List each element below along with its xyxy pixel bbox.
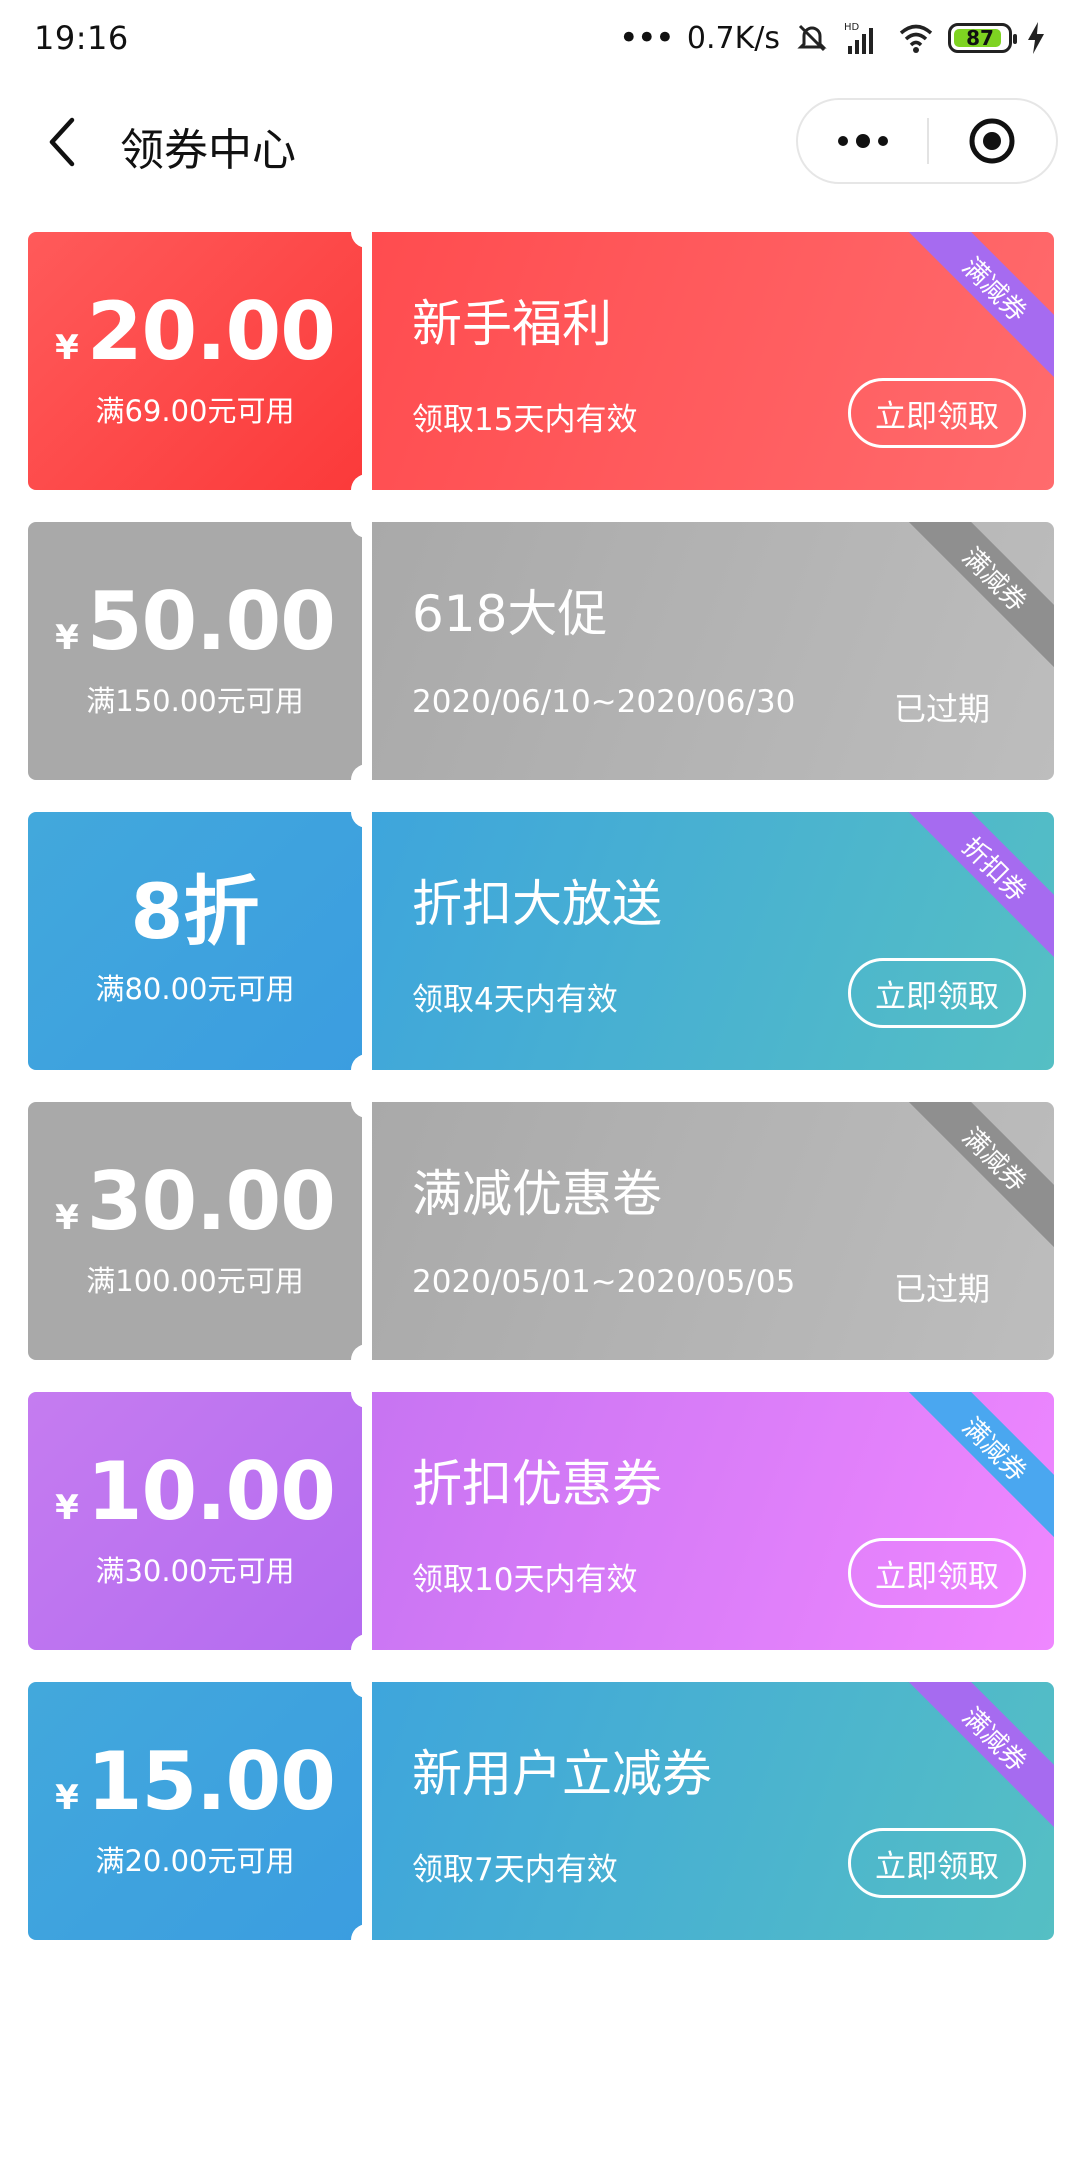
expired-status: 已过期 — [893, 690, 990, 728]
coupon-info-panel: 满减优惠卷 2020/05/01~2020/05/05 已过期 满减券 — [372, 1102, 1054, 1360]
battery-level: 87 — [966, 26, 994, 50]
back-button[interactable] — [32, 112, 92, 172]
currency-symbol: ¥ — [55, 328, 79, 368]
coupon-info-panel: 新手福利 领取15天内有效 立即领取 满减券 — [372, 232, 1054, 490]
coupon-type-tag: 折扣券 — [895, 812, 1054, 969]
coupon-amount-value: 30.00 — [86, 1155, 336, 1248]
coupon-validity: 2020/06/10~2020/06/30 — [412, 684, 796, 720]
currency-symbol: ¥ — [55, 1198, 79, 1238]
close-button[interactable] — [929, 100, 1056, 182]
coupon-amount: ¥ 30.00 — [55, 1155, 336, 1248]
coupon-info-panel: 折扣大放送 领取4天内有效 立即领取 折扣券 — [372, 812, 1054, 1070]
coupon-amount: ¥ 10.00 — [55, 1445, 336, 1538]
coupon-amount-value: 10.00 — [86, 1445, 336, 1538]
coupon-amount: ¥ 15.00 — [55, 1735, 336, 1828]
coupon-type-tag: 满减券 — [895, 1392, 1054, 1549]
mute-bell-icon — [797, 24, 827, 52]
coupon-info-panel: 折扣优惠券 领取10天内有效 立即领取 满减券 — [372, 1392, 1054, 1650]
status-bar: 19:16 ••• 0.7K/s HD 87 — [0, 0, 1080, 76]
charging-icon — [1028, 22, 1044, 54]
coupon-validity: 领取15天内有效 — [412, 402, 638, 438]
more-dots-icon — [837, 134, 888, 148]
coupon-condition: 满20.00元可用 — [95, 1844, 295, 1878]
page-title: 领券中心 — [120, 125, 296, 176]
more-button[interactable] — [798, 100, 927, 182]
coupon-card: ¥ 15.00 满20.00元可用 新用户立减券 领取7天内有效 立即领取 满减… — [28, 1682, 1054, 1940]
coupon-value-panel: ¥ 50.00 满150.00元可用 — [28, 522, 362, 780]
coupon-type-tag: 满减券 — [895, 522, 1054, 679]
claim-button[interactable]: 立即领取 — [848, 378, 1026, 448]
currency-symbol: ¥ — [55, 1488, 79, 1528]
target-close-icon — [969, 118, 1015, 164]
coupon-type-tag: 满减券 — [895, 1102, 1054, 1259]
coupon-condition: 满80.00元可用 — [95, 972, 295, 1006]
currency-symbol: ¥ — [55, 1778, 79, 1818]
expired-status: 已过期 — [893, 1270, 990, 1308]
coupon-title: 折扣大放送 — [412, 875, 662, 933]
coupon-amount: ¥ 50.00 — [55, 575, 336, 668]
coupon-value-panel: 8折 满80.00元可用 — [28, 812, 362, 1070]
coupon-validity: 领取4天内有效 — [412, 982, 618, 1018]
mini-program-capsule — [796, 98, 1058, 184]
hd-signal-icon: HD — [844, 22, 873, 54]
coupon-title: 新用户立减券 — [412, 1745, 712, 1803]
battery-icon: 87 — [948, 23, 1017, 53]
coupon-amount-value: 50.00 — [86, 575, 336, 668]
coupon-title: 618大促 — [412, 585, 608, 643]
status-icons: ••• 0.7K/s HD 87 — [619, 18, 1046, 58]
nav-bar: 领券中心 — [0, 92, 1080, 192]
coupon-condition: 满69.00元可用 — [95, 394, 295, 428]
coupon-type-tag: 满减券 — [895, 1682, 1054, 1839]
currency-symbol: ¥ — [55, 618, 79, 658]
coupon-list: ¥ 20.00 满69.00元可用 新手福利 领取15天内有效 立即领取 满减券… — [28, 232, 1054, 1972]
coupon-title: 满减优惠卷 — [412, 1165, 662, 1223]
coupon-validity: 领取7天内有效 — [412, 1852, 618, 1888]
wifi-icon — [899, 24, 933, 53]
coupon-title: 新手福利 — [412, 295, 612, 353]
coupon-validity: 领取10天内有效 — [412, 1562, 638, 1598]
coupon-value-panel: ¥ 10.00 满30.00元可用 — [28, 1392, 362, 1650]
coupon-value-panel: ¥ 20.00 满69.00元可用 — [28, 232, 362, 490]
chevron-left-icon — [49, 117, 75, 167]
status-time: 19:16 — [34, 19, 129, 57]
coupon-value-panel: ¥ 15.00 满20.00元可用 — [28, 1682, 362, 1940]
coupon-card: ¥ 30.00 满100.00元可用 满减优惠卷 2020/05/01~2020… — [28, 1102, 1054, 1360]
svg-text:HD: HD — [844, 22, 860, 33]
coupon-amount-value: 20.00 — [86, 285, 336, 378]
coupon-card: ¥ 10.00 满30.00元可用 折扣优惠券 领取10天内有效 立即领取 满减… — [28, 1392, 1054, 1650]
coupon-condition: 满100.00元可用 — [86, 1264, 304, 1298]
coupon-title: 折扣优惠券 — [412, 1455, 662, 1513]
dots-icon: ••• — [618, 18, 675, 58]
coupon-validity: 2020/05/01~2020/05/05 — [412, 1264, 796, 1300]
claim-button[interactable]: 立即领取 — [848, 1538, 1026, 1608]
coupon-amount-value: 15.00 — [86, 1735, 336, 1828]
claim-button[interactable]: 立即领取 — [848, 1828, 1026, 1898]
coupon-card: ¥ 50.00 满150.00元可用 618大促 2020/06/10~2020… — [28, 522, 1054, 780]
coupon-discount: 8折 — [130, 867, 260, 956]
coupon-card: ¥ 20.00 满69.00元可用 新手福利 领取15天内有效 立即领取 满减券 — [28, 232, 1054, 490]
coupon-condition: 满150.00元可用 — [86, 684, 304, 718]
coupon-type-tag: 满减券 — [895, 232, 1054, 389]
coupon-amount: ¥ 20.00 — [55, 285, 336, 378]
claim-button[interactable]: 立即领取 — [848, 958, 1026, 1028]
coupon-info-panel: 618大促 2020/06/10~2020/06/30 已过期 满减券 — [372, 522, 1054, 780]
coupon-value-panel: ¥ 30.00 满100.00元可用 — [28, 1102, 362, 1360]
coupon-condition: 满30.00元可用 — [95, 1554, 295, 1588]
coupon-card: 8折 满80.00元可用 折扣大放送 领取4天内有效 立即领取 折扣券 — [28, 812, 1054, 1070]
coupon-info-panel: 新用户立减券 领取7天内有效 立即领取 满减券 — [372, 1682, 1054, 1940]
network-speed: 0.7K/s — [686, 20, 780, 56]
